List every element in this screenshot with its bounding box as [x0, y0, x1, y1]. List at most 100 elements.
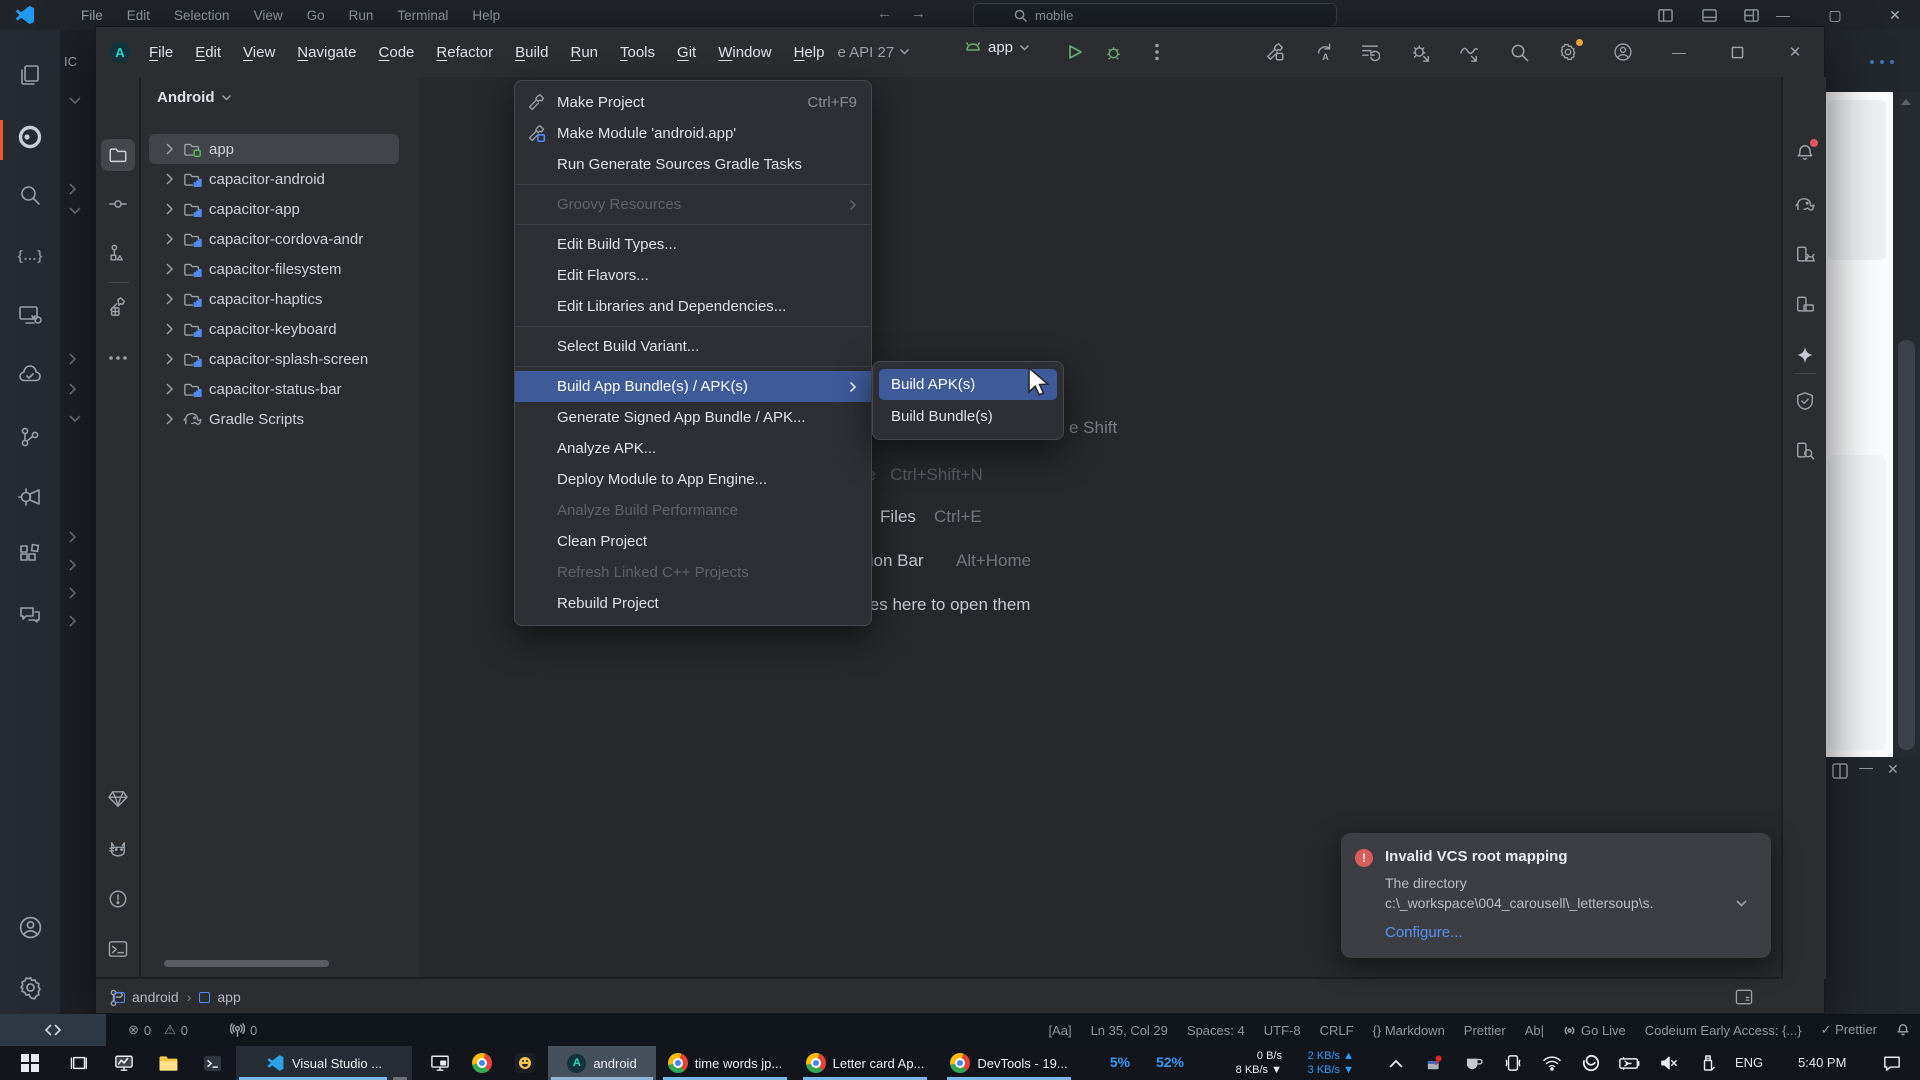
phone-link-icon[interactable] — [1501, 1052, 1525, 1074]
terminal-icon[interactable] — [101, 933, 135, 965]
bell-icon[interactable] — [1896, 1023, 1910, 1038]
studio-menu-refactor[interactable]: Refactor — [425, 40, 504, 65]
taskbar-app-chrome1[interactable]: time words jp... — [660, 1046, 790, 1080]
studio-menu-run[interactable]: Run — [559, 40, 609, 65]
device-selector[interactable]: e API 27 — [837, 44, 910, 61]
apply-changes-icon[interactable]: A — [1308, 38, 1342, 66]
vscode-menu-file[interactable]: File — [70, 6, 114, 25]
volume-muted-icon[interactable] — [1657, 1052, 1681, 1074]
chevron-right-icon[interactable] — [165, 142, 175, 156]
settings-gear-icon[interactable] — [1551, 38, 1585, 66]
menu-item-select-build-variant[interactable]: Select Build Variant... — [515, 331, 871, 362]
menu-item-clean-project[interactable]: Clean Project — [515, 526, 871, 557]
menu-item-refresh-linked-cpp[interactable]: Refresh Linked C++ Projects — [515, 557, 871, 588]
menu-item-deploy-app-engine[interactable]: Deploy Module to App Engine... — [515, 464, 871, 495]
chevron-right-icon[interactable] — [165, 412, 175, 426]
chrome-button[interactable] — [462, 1046, 502, 1080]
settings-gear-icon[interactable] — [15, 972, 45, 1002]
chevron-right-icon[interactable] — [165, 292, 175, 306]
horizontal-scrollbar-thumb[interactable] — [164, 960, 329, 967]
remote-indicator[interactable] — [0, 1014, 106, 1046]
gradle-icon[interactable] — [1788, 189, 1822, 221]
build-hammer-icon[interactable] — [1258, 38, 1292, 66]
studio-menu-tools[interactable]: Tools — [609, 40, 666, 65]
profiler-icon[interactable] — [1452, 38, 1486, 66]
project-view-selector[interactable]: Android — [157, 89, 232, 106]
studio-menu-file[interactable]: File — [138, 40, 184, 65]
vscode-menu-view[interactable]: View — [243, 6, 294, 25]
task-view-button[interactable] — [60, 1046, 100, 1080]
studio-close-button[interactable]: ✕ — [1778, 38, 1812, 66]
gemini-sparkle-icon[interactable] — [1788, 339, 1822, 371]
vscode-scrollbar[interactable] — [1893, 92, 1920, 757]
status-formatter[interactable]: Prettier — [1464, 1023, 1506, 1038]
performance-monitor-button[interactable] — [104, 1046, 144, 1080]
action-center-icon[interactable] — [1880, 1052, 1904, 1074]
ports-status[interactable]: 0 — [230, 1023, 257, 1038]
device-manager-icon[interactable] — [1788, 239, 1822, 271]
extensions-icon[interactable] — [15, 540, 45, 570]
studio-menu-code[interactable]: Code — [368, 40, 426, 65]
vscode-menu-help[interactable]: Help — [461, 6, 511, 25]
breadcrumb-leaf[interactable]: app — [217, 989, 240, 1005]
explorer-icon[interactable] — [15, 60, 45, 90]
studio-minimize-button[interactable]: — — [1662, 38, 1696, 66]
chevron-right-icon[interactable] — [165, 172, 175, 186]
studio-menu-edit[interactable]: Edit — [184, 40, 232, 65]
menu-item-analyze-apk[interactable]: Analyze APK... — [515, 433, 871, 464]
menu-item-make-module[interactable]: Make Module 'android.app' — [515, 118, 871, 149]
network-stats[interactable]: 2 KB/s ▲ 3 KB/s ▼ — [1292, 1049, 1354, 1077]
taskbar-app-android-studio[interactable]: A android — [548, 1046, 656, 1080]
tree-row-capacitor-haptics[interactable]: capacitor-haptics — [141, 284, 417, 314]
vscode-search-box[interactable]: mobile — [973, 3, 1337, 27]
status-aa[interactable]: [Aa] — [1048, 1023, 1071, 1038]
menu-item-make-project[interactable]: Make Project Ctrl+F9 — [515, 87, 871, 118]
studio-menu-git[interactable]: Git — [666, 40, 707, 65]
device-explorer-icon[interactable] — [1788, 435, 1822, 467]
taskbar-app-chrome3[interactable]: DevTools - 19... — [944, 1046, 1074, 1080]
panel-grid-icon[interactable] — [1832, 763, 1848, 779]
studio-menu-view[interactable]: View — [232, 40, 286, 65]
run-debug-icon[interactable] — [15, 482, 45, 512]
chevron-right-icon[interactable] — [68, 352, 78, 366]
remote-screen-icon[interactable] — [15, 300, 45, 330]
test-tree-icon[interactable] — [15, 360, 45, 390]
panel-close-icon[interactable]: ✕ — [1887, 761, 1899, 778]
chevron-right-icon[interactable] — [68, 558, 78, 572]
more-actions-kebab-icon[interactable] — [1140, 38, 1174, 66]
menu-item-groovy-resources[interactable]: Groovy Resources — [515, 189, 871, 220]
menu-item-run-generate-sources[interactable]: Run Generate Sources Gradle Tasks — [515, 149, 871, 180]
terminal-app-button[interactable] — [192, 1046, 232, 1080]
clock[interactable]: 5:40 PM — [1798, 1055, 1846, 1070]
scroll-up-icon[interactable] — [1900, 97, 1912, 106]
source-control-icon[interactable] — [15, 422, 45, 452]
vscode-menu-go[interactable]: Go — [296, 6, 336, 25]
battery-icon[interactable] — [1618, 1052, 1642, 1074]
tree-row-gradle-scripts[interactable]: Gradle Scripts — [141, 404, 417, 434]
breadcrumb-root[interactable]: android — [132, 989, 179, 1005]
debug-button[interactable] — [1096, 38, 1130, 66]
disk-io-stats[interactable]: 0 B/s 8 KB/s ▼ — [1200, 1049, 1282, 1077]
comments-icon[interactable] — [15, 600, 45, 630]
submenu-item-build-bundle[interactable]: Build Bundle(s) — [879, 401, 1057, 432]
tree-row-capacitor-filesystem[interactable]: capacitor-filesystem — [141, 254, 417, 284]
gem-icon[interactable] — [101, 783, 135, 815]
chevron-down-icon[interactable] — [68, 96, 82, 106]
tray-expand-icon[interactable] — [1384, 1052, 1408, 1074]
status-indentation[interactable]: Spaces: 4 — [1187, 1023, 1245, 1038]
configure-link[interactable]: Configure... — [1385, 924, 1463, 941]
vscode-menu-edit[interactable]: Edit — [116, 6, 161, 25]
start-button[interactable] — [10, 1046, 50, 1080]
display-app-button[interactable] — [420, 1046, 460, 1080]
account-icon[interactable] — [15, 912, 45, 942]
notifications-bell-icon[interactable] — [1788, 137, 1822, 169]
tree-row-capacitor-keyboard[interactable]: capacitor-keyboard — [141, 314, 417, 344]
status-prettier-check[interactable]: ✓ Prettier — [1821, 1022, 1877, 1038]
menu-item-build-app-bundle-apk[interactable]: Build App Bundle(s) / APK(s) — [515, 371, 871, 402]
menu-item-edit-libraries[interactable]: Edit Libraries and Dependencies... — [515, 291, 871, 322]
history-forward-icon[interactable]: → — [902, 5, 935, 22]
chevron-right-icon[interactable] — [165, 232, 175, 246]
avatar[interactable] — [1606, 38, 1640, 66]
attach-debugger-icon[interactable] — [1404, 38, 1438, 66]
running-devices-icon[interactable] — [1788, 289, 1822, 321]
